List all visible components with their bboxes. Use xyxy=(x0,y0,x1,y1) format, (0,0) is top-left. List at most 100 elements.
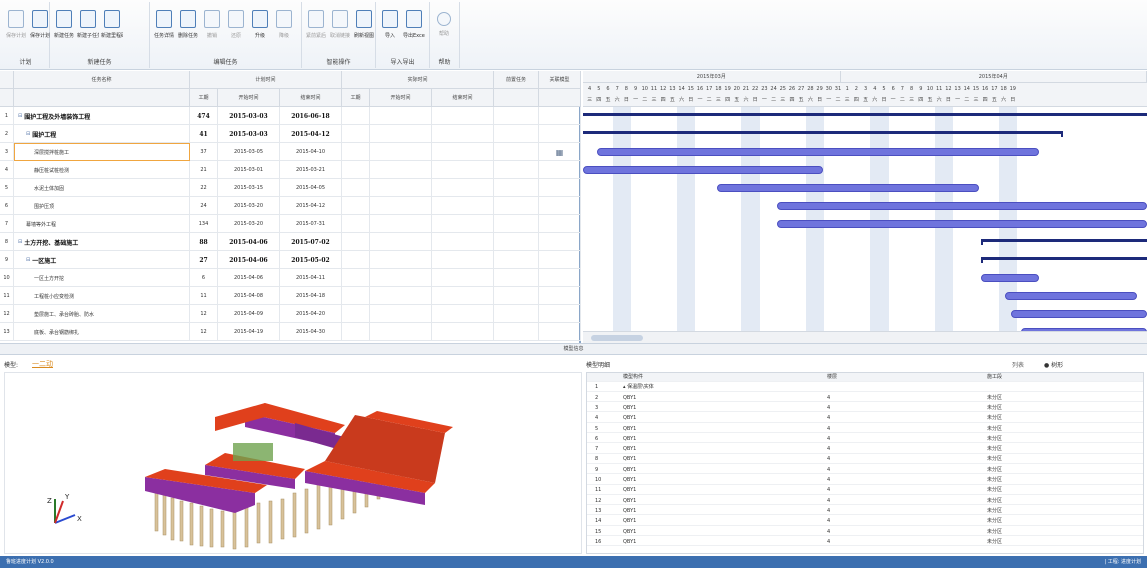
duration-cell[interactable]: 21 xyxy=(190,161,218,179)
expand-toggle-icon[interactable]: ⊟ xyxy=(26,257,30,263)
scope-cell[interactable] xyxy=(494,323,539,341)
view-list-radio[interactable]: 列表 xyxy=(1012,360,1024,369)
ribbon-button[interactable]: 升级 xyxy=(249,10,271,39)
ribbon-button[interactable]: 新建任务 xyxy=(53,10,75,39)
row-number[interactable]: 1 xyxy=(0,107,14,125)
actual-start-cell[interactable] xyxy=(370,251,432,269)
summary-bar[interactable] xyxy=(981,257,1147,260)
table-row[interactable]: 3 深层搅拌桩施工 37 2015-03-05 2015-04-10 ▦ xyxy=(0,143,581,161)
start-cell[interactable]: 2015-04-06 xyxy=(218,233,280,251)
start-cell[interactable]: 2015-04-08 xyxy=(218,287,280,305)
actual-duration-cell[interactable] xyxy=(342,323,370,341)
actual-start-cell[interactable] xyxy=(370,107,432,125)
actual-start-cell[interactable] xyxy=(370,305,432,323)
actual-finish-cell[interactable] xyxy=(432,197,494,215)
table-row[interactable]: 11 QBY1 4 未分区 xyxy=(587,486,1143,495)
task-name-cell[interactable]: 幕墙等外工程 xyxy=(14,215,190,233)
start-cell[interactable]: 2015-04-19 xyxy=(218,323,280,341)
task-name-cell[interactable]: 深层搅拌桩施工 xyxy=(14,143,190,161)
duration-cell[interactable]: 474 xyxy=(190,107,218,125)
table-row[interactable]: 13 QBY1 4 未分区 xyxy=(587,507,1143,516)
start-cell[interactable]: 2015-03-05 xyxy=(218,143,280,161)
ribbon-button[interactable]: 保存计划 xyxy=(29,10,51,39)
actual-finish-cell[interactable] xyxy=(432,143,494,161)
finish-cell[interactable]: 2015-04-20 xyxy=(280,305,342,323)
actual-finish-cell[interactable] xyxy=(432,107,494,125)
table-row[interactable]: 12 QBY1 4 未分区 xyxy=(587,497,1143,506)
actual-start-cell[interactable] xyxy=(370,323,432,341)
row-number[interactable]: 8 xyxy=(0,233,14,251)
linked-model-cell[interactable] xyxy=(539,161,581,179)
actual-start-cell[interactable] xyxy=(370,287,432,305)
duration-cell[interactable]: 88 xyxy=(190,233,218,251)
scope-cell[interactable] xyxy=(494,179,539,197)
row-number[interactable]: 9 xyxy=(0,251,14,269)
start-cell[interactable]: 2015-03-01 xyxy=(218,161,280,179)
ribbon-button[interactable]: 任务详情 xyxy=(153,10,175,39)
task-name-cell[interactable]: 围护压顶 xyxy=(14,197,190,215)
task-bar[interactable] xyxy=(1005,292,1137,300)
actual-finish-cell[interactable] xyxy=(432,179,494,197)
table-row[interactable]: 2 QBY1 4 未分区 xyxy=(587,394,1143,403)
actual-start-cell[interactable] xyxy=(370,161,432,179)
3d-model-viewport[interactable]: Z X Y xyxy=(4,372,582,554)
scope-cell[interactable] xyxy=(494,251,539,269)
start-cell[interactable]: 2015-03-03 xyxy=(218,125,280,143)
task-bar[interactable] xyxy=(717,184,979,192)
task-name-cell[interactable]: 静压桩试桩检测 xyxy=(14,161,190,179)
actual-duration-cell[interactable] xyxy=(342,125,370,143)
summary-bar[interactable] xyxy=(583,113,1147,116)
finish-cell[interactable]: 2015-03-21 xyxy=(280,161,342,179)
scope-cell[interactable] xyxy=(494,305,539,323)
row-number[interactable]: 5 xyxy=(0,179,14,197)
table-row[interactable]: 7 QBY1 4 未分区 xyxy=(587,445,1143,454)
gantt-chart[interactable]: 2015年03月 2015年04月 4 三 5 四 6 五 7 六 8 日 9 一 10 二 11 三 12 四 13 五… xyxy=(583,71,1147,343)
start-cell[interactable]: 2015-04-09 xyxy=(218,305,280,323)
finish-cell[interactable]: 2015-07-31 xyxy=(280,215,342,233)
ribbon-button[interactable]: 紧前紧后 xyxy=(305,10,327,39)
linked-model-cell[interactable]: ▦ xyxy=(539,143,581,161)
actual-finish-cell[interactable] xyxy=(432,125,494,143)
actual-finish-cell[interactable] xyxy=(432,251,494,269)
table-row[interactable]: 6 QBY1 4 未分区 xyxy=(587,435,1143,444)
actual-start-cell[interactable] xyxy=(370,197,432,215)
header-duration[interactable]: 工期 xyxy=(190,89,218,106)
task-bar[interactable] xyxy=(777,202,1147,210)
table-row[interactable]: 8 QBY1 4 未分区 xyxy=(587,455,1143,464)
actual-finish-cell[interactable] xyxy=(432,215,494,233)
actual-duration-cell[interactable] xyxy=(342,179,370,197)
linked-model-cell[interactable] xyxy=(539,179,581,197)
task-name-cell[interactable]: ⊟ 围护工程 xyxy=(14,125,190,143)
table-row[interactable]: 10 一区土方开挖 6 2015-04-06 2015-04-11 xyxy=(0,269,581,287)
table-row[interactable]: 1 ⊟ 围护工程及外墙装饰工程 474 2015-03-03 2016-06-18 xyxy=(0,107,581,125)
row-number[interactable]: 2 xyxy=(0,125,14,143)
finish-cell[interactable]: 2015-04-18 xyxy=(280,287,342,305)
table-row[interactable]: 1 ▴ 保温层\实体 xyxy=(587,383,1143,392)
linked-model-cell[interactable] xyxy=(539,269,581,287)
actual-duration-cell[interactable] xyxy=(342,287,370,305)
actual-start-cell[interactable] xyxy=(370,125,432,143)
task-name-cell[interactable]: ⊟ 一区施工 xyxy=(14,251,190,269)
task-name-cell[interactable]: 一区土方开挖 xyxy=(14,269,190,287)
table-row[interactable]: 9 QBY1 4 未分区 xyxy=(587,466,1143,475)
task-name-cell[interactable]: ⊟ 土方开挖、基础施工 xyxy=(14,233,190,251)
finish-cell[interactable]: 2015-04-10 xyxy=(280,143,342,161)
col-component[interactable]: 模型构件 xyxy=(623,373,643,382)
col-zone[interactable]: 施工段 xyxy=(987,373,1002,382)
row-number[interactable]: 12 xyxy=(0,305,14,323)
scope-cell[interactable] xyxy=(494,287,539,305)
linked-model-cell[interactable] xyxy=(539,323,581,341)
duration-cell[interactable]: 24 xyxy=(190,197,218,215)
actual-start-cell[interactable] xyxy=(370,143,432,161)
linked-model-cell[interactable] xyxy=(539,233,581,251)
ribbon-button[interactable]: 降级 xyxy=(273,10,295,39)
start-cell[interactable]: 2015-03-03 xyxy=(218,107,280,125)
finish-cell[interactable]: 2015-07-02 xyxy=(280,233,342,251)
linked-model-cell[interactable] xyxy=(539,305,581,323)
ribbon-button[interactable]: 刷新视图 xyxy=(353,10,375,39)
table-row[interactable]: 3 QBY1 4 未分区 xyxy=(587,404,1143,413)
ribbon-button[interactable]: 新建里程碑 xyxy=(101,10,123,39)
task-bar[interactable] xyxy=(981,274,1039,282)
row-number[interactable]: 13 xyxy=(0,323,14,341)
scope-cell[interactable] xyxy=(494,215,539,233)
